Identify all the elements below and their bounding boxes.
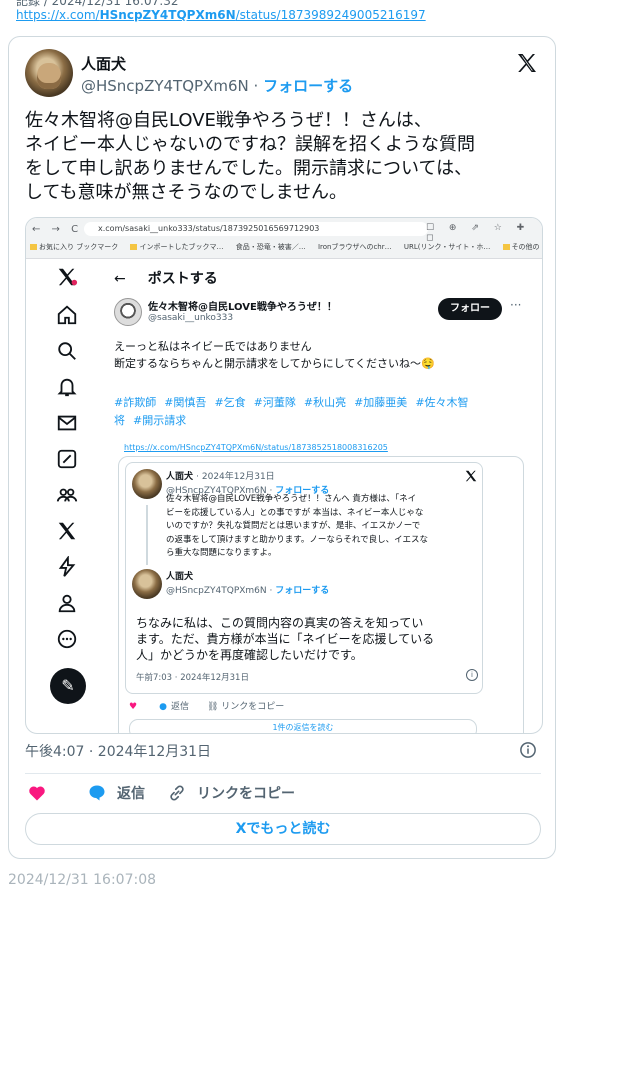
avatar (132, 469, 162, 499)
bookmarks-bar: お気に入り ブックマーク インポートしたブックマ… 食品・恐竜・被害／… Iro… (30, 242, 542, 252)
search-icon (58, 342, 76, 360)
browser-url-bar: x.com/sasaki__unko333/status/18739250165… (84, 222, 428, 236)
tweet-text-line: をして申し訳ありませんでした。開示請求については、 (25, 158, 473, 179)
avatar (114, 298, 142, 326)
bell-icon (57, 378, 77, 397)
compose-icon: ✎ (50, 668, 86, 704)
author-name[interactable]: 人面犬 (81, 53, 126, 74)
more-circle-icon (57, 629, 77, 649)
tweet-text-line: しても意味が無さそうなのでしません。 (25, 182, 348, 203)
hashtag: #開示請求 (133, 414, 187, 427)
hashtag: 将 (114, 414, 125, 427)
info-icon: i (466, 669, 478, 681)
hashtag: #秋山亮 (303, 396, 347, 409)
copy-link-button[interactable]: リンクをコピー (167, 783, 295, 803)
browser-nav-buttons: ← → C (32, 224, 83, 235)
saved-timestamp: 2024/12/31 16:07:08 (8, 872, 157, 888)
hashtag: #関慎吾 (164, 396, 207, 409)
post-text: えーっと私はネイビー氏ではありません 断定するならちゃんと開示請求をしてからにし… (114, 338, 524, 372)
bookmark-item: Ironブラウザへのchr… (317, 243, 392, 251)
more-icon: ··· (510, 298, 522, 312)
folder-icon (30, 244, 37, 250)
quote-actions: ♥ ● 返信 ⛓ リンクをコピー (129, 702, 285, 712)
reply-button[interactable]: 返信 (87, 783, 145, 803)
source-link[interactable]: https://x.com/HSncpZY4TQPXm6N/status/187… (16, 8, 426, 22)
back-arrow-icon: ← (114, 271, 126, 287)
bookmark-item: お気に入り ブックマーク (30, 243, 118, 251)
reply-icon: ● (159, 702, 167, 712)
browser-toolbar-icons: ☐ ⊕ ⇗ ☆ ✚ ◻ (426, 223, 531, 243)
hashtag: #乞食 (214, 396, 246, 409)
hashtag: #詐欺師 (114, 396, 157, 409)
link-icon: ⛓ (206, 702, 222, 712)
quote-text: 佐々木智将@自民LOVE戦争やろうぜ！！さんへ 貴方様は、「ネイ ビーを応援して… (166, 494, 429, 558)
hashtag: #河董隊 (253, 396, 296, 409)
quote-text: ちなみに私は、この質問内容の真実の答えを知ってい ます。ただ、貴方様が本当に「ネ… (136, 616, 435, 662)
quote-author-name: 人面犬 (166, 572, 194, 582)
reply-bubble-icon (89, 785, 105, 801)
quoted-tweet-card: 人面犬 · 2024年12月31日 @HSncpZY4TQPXm6N · フォロ… (118, 456, 524, 733)
tweet-text-line: 佐々木智将@自民LOVE戦争やろうぜ！！さんは、 (25, 110, 432, 131)
communities-icon (56, 488, 78, 502)
post-header: ← ポストする (114, 268, 218, 288)
follow-link[interactable]: フォローする (263, 77, 353, 95)
bookmark-item: インポートしたブックマ… (130, 243, 223, 251)
grok-icon (57, 449, 77, 469)
bookmark-item: その他の (502, 243, 540, 251)
post-text-line: えーっと私はネイビー氏ではありません (114, 340, 312, 353)
quote-author-handle: @HSncpZY4TQPXm6N · フォローする (166, 586, 330, 596)
verified-orgs-icon (58, 556, 76, 577)
quote-author-name: 人面犬 · 2024年12月31日 (166, 472, 275, 482)
separator: · (253, 77, 259, 95)
like-button[interactable] (27, 783, 57, 803)
avatar[interactable] (25, 49, 73, 97)
source-link-suffix: /status/1873989249005216197 (235, 8, 426, 22)
embedded-tweet-card: 人面犬 @HSncpZY4TQPXm6N · フォローする 佐々木智将@自民LO… (8, 36, 556, 859)
info-icon[interactable] (519, 741, 537, 759)
home-icon (57, 305, 77, 325)
post-author-name: 佐々木智将@自民LOVE戦争やろうぜ！！ (148, 302, 337, 313)
divider (25, 773, 541, 774)
post-text-line: 断定するならちゃんと開示請求をしてからにしてくださいね〜🤤 (114, 357, 435, 370)
attached-screenshot-image[interactable]: ← → C x.com/sasaki__unko333/status/18739… (25, 217, 543, 734)
browser-chrome: ← → C x.com/sasaki__unko333/status/18739… (26, 218, 542, 259)
profile-icon (58, 594, 76, 613)
source-link-handle: HSncpZY4TQPXm6N (99, 8, 236, 22)
x-logo-icon (465, 470, 477, 482)
post-header-title: ポストする (147, 271, 218, 287)
reply-label: 返信 (117, 786, 145, 802)
quote-timestamp: 午前7:03 · 2024年12月31日 (136, 673, 249, 683)
tweet-text: 佐々木智将@自民LOVE戦争やろうぜ！！さんは、 ネイビー本人じゃないのですね？… (25, 109, 535, 205)
quote-link: https://x.com/HSncpZY4TQPXm6N/status/187… (124, 443, 388, 452)
thread-line (146, 505, 148, 565)
tweet-text-line: ネイビー本人じゃないのですね？誤解を招くような質問 (25, 134, 475, 155)
heart-icon: ♥ (129, 702, 138, 712)
bookmark-item: 食品・恐竜・被害／… (235, 243, 306, 251)
avatar (132, 569, 162, 599)
read-replies-button: 1件の返信を読む (129, 719, 477, 733)
x-logo-icon (58, 268, 78, 286)
hashtags: #詐欺師 #関慎吾 #乞食 #河董隊 #秋山亮 #加藤亜美 #佐々木智将 #開示請求 (114, 394, 524, 430)
read-more-button[interactable]: Xでもっと読む (25, 813, 541, 845)
x-logo-icon[interactable] (515, 51, 539, 75)
post-author-handle: @sasaki__unko333 (148, 313, 234, 323)
bookmark-item: URL(リンク・サイト・ホ… (403, 243, 491, 251)
link-icon (170, 785, 184, 801)
source-link-prefix: https://x.com/ (16, 8, 100, 22)
author-handle[interactable]: @HSncpZY4TQPXm6N (81, 77, 249, 95)
hashtag: #佐々木智 (415, 396, 469, 409)
follow-button: フォロー (438, 298, 502, 320)
tweet-timestamp[interactable]: 午後4:07 · 2024年12月31日 (25, 741, 211, 761)
heart-icon (29, 786, 45, 801)
copy-link-label: リンクをコピー (197, 786, 295, 802)
quoted-thread: 人面犬 · 2024年12月31日 @HSncpZY4TQPXm6N · フォロ… (125, 462, 483, 694)
premium-x-icon (58, 522, 76, 540)
folder-icon (130, 244, 138, 250)
mail-icon (57, 415, 77, 431)
hashtag: #加藤亜美 (354, 396, 408, 409)
folder-icon (502, 244, 510, 250)
author-handle-row: @HSncpZY4TQPXm6N · フォローする (81, 75, 353, 96)
